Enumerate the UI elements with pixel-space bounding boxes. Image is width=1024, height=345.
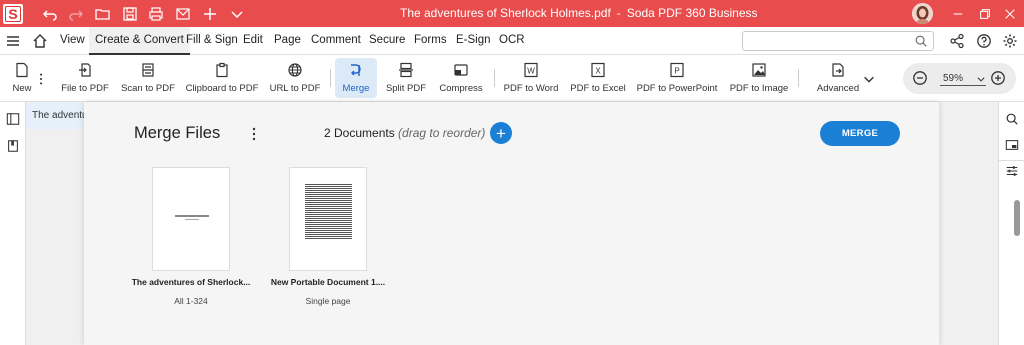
ribbon-toolbar: New File to PDF Scan to PDF Clipboard to…	[0, 55, 1024, 102]
file-thumbnail[interactable]	[152, 167, 230, 271]
menu-fill-sign[interactable]: Fill & Sign	[186, 34, 238, 46]
thumbnail-panel-icon[interactable]	[1005, 138, 1019, 152]
search-icon[interactable]	[1005, 112, 1019, 126]
search-icon[interactable]	[914, 34, 928, 48]
menu-edit[interactable]: Edit	[243, 34, 263, 46]
url-to-pdf-button[interactable]: URL to PDF	[270, 58, 320, 98]
plus-icon[interactable]	[200, 4, 220, 24]
pdf-to-excel-button[interactable]: X PDF to Excel	[570, 58, 626, 98]
menu-esign[interactable]: E-Sign	[456, 34, 491, 46]
svg-text:X: X	[595, 67, 601, 76]
undo-icon[interactable]	[40, 4, 60, 24]
chevron-down-icon[interactable]	[227, 4, 247, 24]
svg-text:P: P	[674, 67, 679, 76]
pdf-to-powerpoint-button[interactable]: P PDF to PowerPoint	[637, 58, 717, 98]
toolbar-divider	[330, 69, 331, 87]
image-icon	[750, 61, 768, 79]
file-name: New Portable Document 1....	[270, 277, 386, 287]
compress-button[interactable]: Compress	[439, 58, 483, 98]
menu-forms[interactable]: Forms	[414, 34, 447, 46]
menu-create-convert[interactable]: Create & Convert	[89, 27, 190, 55]
scan-to-pdf-button[interactable]: Scan to PDF	[121, 58, 175, 98]
home-icon[interactable]	[30, 31, 50, 51]
toolbar-divider	[494, 69, 495, 87]
properties-sliders-icon[interactable]	[1005, 164, 1019, 178]
merge-files-panel: Merge Files 2 Documents (drag to reorder…	[84, 102, 939, 345]
close-icon[interactable]	[1000, 4, 1020, 24]
merge-icon	[347, 61, 365, 79]
zoom-level-select[interactable]: 59%	[940, 73, 986, 86]
zoom-chevron-down-icon	[977, 77, 985, 82]
open-folder-icon[interactable]	[93, 4, 113, 24]
pdf-to-word-button[interactable]: W PDF to Word	[504, 58, 558, 98]
scanner-icon	[139, 61, 157, 79]
clipboard-icon	[213, 61, 231, 79]
email-icon[interactable]	[173, 4, 193, 24]
globe-icon	[286, 61, 304, 79]
split-icon	[397, 61, 415, 79]
document-count: 2 Documents (drag to reorder)	[324, 126, 486, 140]
thumbnail-text-block	[305, 184, 352, 240]
vertical-scrollbar[interactable]	[1014, 200, 1020, 236]
app-logo[interactable]: S	[3, 3, 23, 24]
search-input[interactable]	[742, 31, 934, 51]
bookmark-panel-icon[interactable]	[6, 139, 20, 153]
toolbar-divider	[798, 69, 799, 87]
drag-hint: (drag to reorder)	[398, 126, 486, 140]
merge-button[interactable]: Merge	[335, 58, 377, 98]
advanced-chevron-down-icon[interactable]	[862, 69, 876, 89]
minimize-icon[interactable]	[948, 4, 968, 24]
file-page-range: All 1-324	[174, 296, 208, 306]
excel-icon: X	[589, 61, 607, 79]
more-options-icon[interactable]	[250, 126, 258, 142]
hamburger-menu-icon[interactable]	[3, 31, 23, 51]
compress-icon	[452, 61, 470, 79]
help-icon[interactable]	[974, 31, 994, 51]
file-to-pdf-button[interactable]: File to PDF	[60, 58, 110, 98]
settings-gear-icon[interactable]	[1000, 31, 1020, 51]
advanced-icon	[829, 61, 847, 79]
powerpoint-icon: P	[668, 61, 686, 79]
zoom-in-icon[interactable]	[988, 68, 1008, 88]
advanced-button[interactable]: Advanced	[815, 58, 861, 98]
thumbnail-subtitle-line	[185, 219, 199, 220]
file-page-range: Single page	[305, 296, 351, 306]
new-document-icon	[13, 61, 31, 79]
zoom-control: 59%	[903, 63, 1016, 94]
document-tab[interactable]: The adventures of Sherlock Holmes	[26, 102, 86, 129]
restore-icon[interactable]	[975, 4, 995, 24]
menu-bar: View Create & Convert Fill & Sign Edit P…	[0, 27, 1024, 55]
thumbnail-title-line	[175, 215, 209, 217]
share-icon[interactable]	[947, 31, 967, 51]
file-name: The adventures of Sherlock...	[131, 277, 251, 287]
split-pdf-button[interactable]: Split PDF	[386, 58, 426, 98]
window-title: The adventures of Sherlock Holmes.pdf - So…	[400, 6, 758, 20]
pdf-to-image-button[interactable]: PDF to Image	[730, 58, 788, 98]
more-vertical-icon[interactable]	[34, 69, 48, 89]
menu-ocr[interactable]: OCR	[499, 34, 525, 46]
word-icon: W	[522, 61, 540, 79]
save-icon[interactable]	[120, 4, 140, 24]
clipboard-to-pdf-button[interactable]: Clipboard to PDF	[186, 58, 258, 98]
file-thumbnail[interactable]	[289, 167, 367, 271]
add-document-button[interactable]: +	[490, 122, 512, 144]
zoom-out-icon[interactable]	[910, 68, 930, 88]
menu-comment[interactable]: Comment	[311, 34, 361, 46]
print-icon[interactable]	[146, 4, 166, 24]
merge-button[interactable]: MERGE	[820, 121, 900, 146]
avatar[interactable]	[912, 3, 933, 24]
redo-icon[interactable]	[66, 4, 86, 24]
title-bar: S The adventures of Sherlock Holmes.pdf -…	[0, 0, 1024, 27]
menu-view[interactable]: View	[60, 34, 85, 46]
right-sidebar	[998, 102, 1024, 345]
menu-secure[interactable]: Secure	[369, 34, 405, 46]
page-title: Merge Files	[134, 124, 221, 142]
panel-toggle-icon[interactable]	[6, 112, 20, 126]
file-import-icon	[76, 61, 94, 79]
new-button[interactable]: New	[9, 58, 35, 98]
menu-page[interactable]: Page	[274, 34, 301, 46]
svg-text:W: W	[527, 67, 535, 76]
right-sidebar-divider	[998, 160, 1024, 161]
left-sidebar	[0, 102, 26, 345]
